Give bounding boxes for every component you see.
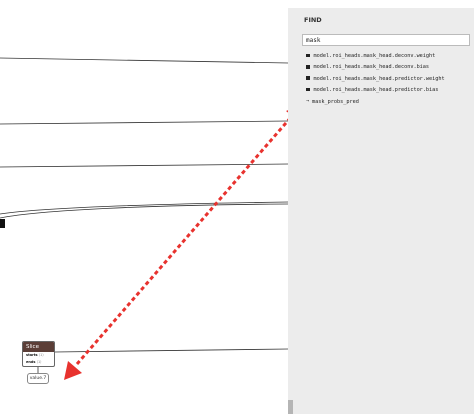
graph-edges [0, 57, 289, 373]
slice-attr-starts: starts ⟨1⟩ [23, 352, 54, 359]
find-search-input[interactable] [302, 34, 470, 46]
find-panel-title: FIND [304, 16, 322, 24]
slice-attr-value: ⟨1⟩ [36, 360, 42, 364]
find-results-list: model.roi_heads.mask_head.deconv.weight … [306, 51, 470, 107]
graph-edge [0, 203, 289, 219]
slice-node-title: Slice [23, 342, 54, 352]
graph-edge [0, 163, 289, 168]
weight-square-icon [306, 53, 310, 58]
find-result-item[interactable]: model.roi_heads.mask_head.deconv.bias [306, 62, 470, 73]
weight-square-icon [306, 87, 310, 92]
value-node[interactable]: value.7 [27, 373, 49, 384]
weight-square-icon [306, 76, 310, 80]
offscreen-node-marker[interactable] [0, 219, 5, 228]
find-result-label: model.roi_heads.mask_head.predictor.weig… [313, 75, 445, 82]
graph-edge [54, 348, 289, 353]
find-result-item[interactable]: model.roi_heads.mask_head.deconv.weight [306, 51, 470, 62]
slice-attr-value: ⟨1⟩ [38, 353, 44, 357]
find-result-item[interactable]: → mask_probs_pred [306, 96, 470, 107]
find-result-label: model.roi_heads.mask_head.predictor.bias [313, 86, 439, 93]
find-result-item[interactable]: model.roi_heads.mask_head.predictor.weig… [306, 74, 470, 85]
graph-edge [0, 57, 289, 64]
weight-square-icon [306, 65, 310, 69]
arrow-right-icon: → [306, 98, 310, 105]
slice-attr-name: starts [26, 353, 38, 357]
slice-node[interactable]: Slice starts ⟨1⟩ ends ⟨1⟩ [22, 341, 55, 367]
find-result-label: mask_probs_pred [312, 99, 359, 106]
graph-edge [0, 120, 289, 125]
slice-attr-ends: ends ⟨1⟩ [23, 359, 54, 366]
annotation-arrow [64, 104, 303, 380]
find-result-label: model.roi_heads.mask_head.deconv.weight [313, 53, 436, 59]
arrow-head-bottom [64, 361, 82, 380]
panel-scrollbar[interactable] [288, 400, 293, 414]
find-result-label: model.roi_heads.mask_head.deconv.bias [313, 64, 430, 71]
find-result-item[interactable]: model.roi_heads.mask_head.predictor.bias [306, 85, 470, 96]
slice-attr-name: ends [26, 360, 36, 364]
find-panel: FIND model.roi_heads.mask_head.deconv.we… [288, 8, 474, 414]
